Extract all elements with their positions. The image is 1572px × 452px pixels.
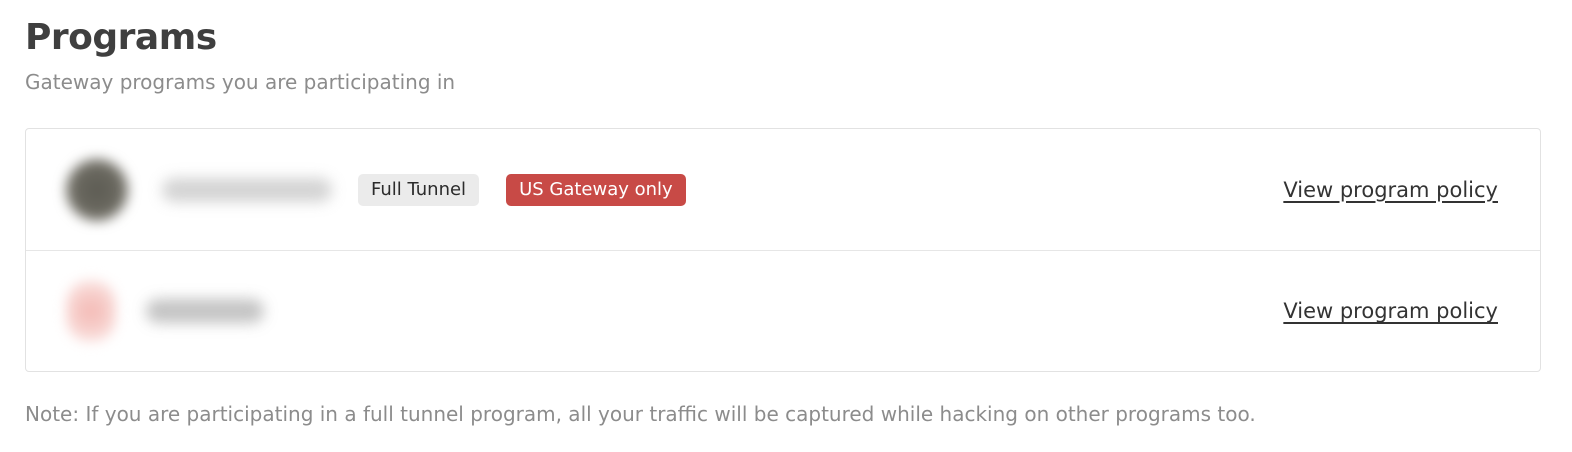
program-logo-icon <box>66 158 128 221</box>
program-row: View program policy <box>26 250 1540 371</box>
page-title: Programs <box>25 17 217 58</box>
program-row: Full Tunnel US Gateway only View program… <box>26 129 1540 250</box>
page-subtitle: Gateway programs you are participating i… <box>25 70 456 94</box>
view-program-policy-link[interactable]: View program policy <box>1283 297 1498 325</box>
full-tunnel-note: Note: If you are participating in a full… <box>25 402 1256 426</box>
programs-page: Programs Gateway programs you are partic… <box>0 0 1572 452</box>
program-name-redacted <box>162 177 332 202</box>
program-name-redacted <box>146 299 264 323</box>
program-list: Full Tunnel US Gateway only View program… <box>25 128 1541 372</box>
us-gateway-badge: US Gateway only <box>506 173 686 206</box>
view-program-policy-link[interactable]: View program policy <box>1283 176 1498 204</box>
program-logo-icon <box>66 280 116 342</box>
full-tunnel-badge: Full Tunnel <box>358 173 480 206</box>
